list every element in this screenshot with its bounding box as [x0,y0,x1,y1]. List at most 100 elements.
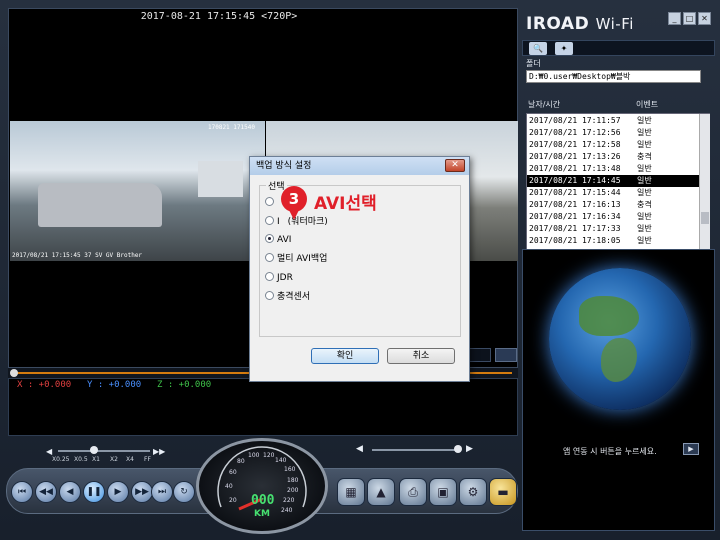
volume-handle[interactable] [454,445,462,453]
radio-icon[interactable] [265,291,274,300]
list-item[interactable]: 2017/08/21 17:13:48 일반 [527,163,699,175]
speed-label: X0.25 [52,456,70,463]
speed-handle[interactable] [90,446,98,454]
item-event: 일반 [637,176,652,185]
item-time: 2017/08/21 17:13:48 [529,164,621,173]
pause-icon[interactable]: ❚❚ [83,481,105,503]
app-logo: IROAD Wi-Fi [526,14,634,34]
radio-icon[interactable] [265,216,274,225]
option-label: I [277,217,280,227]
continent-shape [579,296,639,336]
item-time: 2017/08/21 17:12:58 [529,140,621,149]
item-event: 일반 [637,140,652,149]
list-item-selected[interactable]: 2017/08/21 17:14:45 일반 [527,175,699,187]
settings-gear-icon[interactable]: ⚙ [459,478,487,506]
step-back-icon[interactable]: ◀ [59,481,81,503]
gauge-tick: 240 [281,507,293,514]
list-item[interactable]: 2017/08/21 17:11:57 일반 [527,115,699,127]
scroll-thumb[interactable] [701,212,709,224]
front-camera-view[interactable]: 170821 171540 2017/08/21 17:15:45 37 SV … [10,121,265,261]
radio-icon[interactable] [265,197,274,206]
print-icon[interactable]: ⎙ [399,478,427,506]
play-icon[interactable]: ▶ [107,481,129,503]
car-shape [38,183,162,227]
volume-max-icon: ▶ [466,444,473,454]
list-item[interactable]: 2017/08/21 17:12:56 일반 [527,127,699,139]
gauge-tick: 180 [287,477,299,484]
speed-label: FF [144,456,151,463]
view-toggle-button[interactable] [469,348,491,362]
list-item[interactable]: 2017/08/21 17:13:26 충격 [527,151,699,163]
cam1-stamp-bottom: 2017/08/21 17:15:45 37 SV GV Brother [12,252,143,259]
item-time: 2017/08/21 17:13:26 [529,152,621,161]
app-link-button[interactable]: ▶ [683,443,699,455]
list-scrollbar[interactable] [699,114,710,250]
item-event: 일반 [637,224,652,233]
item-event: 충격 [637,152,652,161]
folder-path-field[interactable]: D:₩0.user₩Desktop₩블박 [526,70,701,83]
option-impact-sensor[interactable]: 충격센서 [265,291,310,303]
next-icon[interactable]: ▶▶ [131,481,153,503]
radio-selected-icon[interactable] [265,234,274,243]
maximize-icon[interactable]: □ [683,12,696,25]
app-link-text: 앱 연동 시 버튼을 누르세요. [563,447,657,456]
cancel-button[interactable]: 취소 [387,348,455,364]
logo-suffix: Wi-Fi [595,15,634,33]
option-jdr[interactable]: JDR [265,272,293,284]
option-avi[interactable]: AVI [265,234,291,246]
item-event: 일반 [637,128,652,137]
annotation-step-badge: 3 [281,186,307,212]
film-icon[interactable]: ▦ [337,478,365,506]
item-time: 2017/08/21 17:16:34 [529,212,621,221]
list-item[interactable]: 2017/08/21 17:15:44 일반 [527,187,699,199]
cam1-stamp-top: 170821 171540 [208,124,255,131]
option-multi-avi[interactable]: 멀티 AVI백업 [265,253,327,265]
list-item[interactable]: 2017/08/21 17:12:58 일반 [527,139,699,151]
logo-text: IROAD [526,14,590,34]
volume-track [372,449,460,451]
option-label: 멀티 AVI백업 [277,254,328,264]
playback-speed-slider[interactable]: ◀ ▶▶ X0.25 X0.5 X1 X2 X4 FF [40,444,170,468]
col-event[interactable]: 이벤트 [636,99,658,110]
option-1[interactable] [265,197,277,209]
gauge-tick: 140 [275,457,287,464]
seek-handle[interactable] [10,369,18,377]
option-label: AVI [277,235,292,245]
video-timestamp: 2017-08-21 17:15:45 <720P> [140,11,298,22]
list-item[interactable]: 2017/08/21 17:16:34 일반 [527,211,699,223]
folder-icon[interactable]: ▬ [489,478,517,506]
satellite-icon[interactable]: ✦ [555,42,573,55]
first-file-icon[interactable]: ⏮ [11,481,33,503]
player-window: 2017-08-21 17:15:45 <720P> 170821 171540… [0,0,720,540]
col-datetime[interactable]: 날자/시간 [528,99,560,110]
repeat-icon[interactable]: ↻ [173,481,195,503]
list-item[interactable]: 2017/08/21 17:17:33 일반 [527,223,699,235]
gsensor-z: Z : +0.000 [157,380,212,390]
volume-slider[interactable]: ◀ ▶ [338,444,478,458]
gauge-tick: 200 [287,487,299,494]
map-icon[interactable]: ▲ [367,478,395,506]
save-icon[interactable]: ▣ [429,478,457,506]
gsensor-graph: X : +0.000 Y : +0.000 Z : +0.000 [8,378,518,436]
list-header: 날자/시간 이벤트 [526,99,701,111]
split-view-button[interactable] [495,348,517,362]
previous-icon[interactable]: ◀◀ [35,481,57,503]
speed-label: X2 [110,456,118,463]
radio-icon[interactable] [265,272,274,281]
speedometer-gauge: 000 KM 20 40 60 80 100 120 140 160 180 2… [196,438,328,534]
speaker-icon: ◀ [356,444,363,454]
item-time: 2017/08/21 17:12:56 [529,128,621,137]
ok-button[interactable]: 확인 [311,348,379,364]
minimize-icon[interactable]: _ [668,12,681,25]
list-item[interactable]: 2017/08/21 17:16:13 충격 [527,199,699,211]
radio-icon[interactable] [265,253,274,262]
last-file-icon[interactable]: ⏭ [151,481,173,503]
list-item[interactable]: 2017/08/21 17:18:05 일반 [527,235,699,247]
file-list[interactable]: 2017/08/21 17:11:57 일반 2017/08/21 17:12:5… [526,113,710,251]
option-label: JDR [277,273,293,283]
dialog-close-icon[interactable]: ✕ [445,159,465,172]
fast-icon: ▶▶ [153,447,166,456]
search-icon[interactable]: 🔍 [529,42,547,55]
item-time: 2017/08/21 17:15:44 [529,188,621,197]
close-icon[interactable]: ✕ [698,12,711,25]
